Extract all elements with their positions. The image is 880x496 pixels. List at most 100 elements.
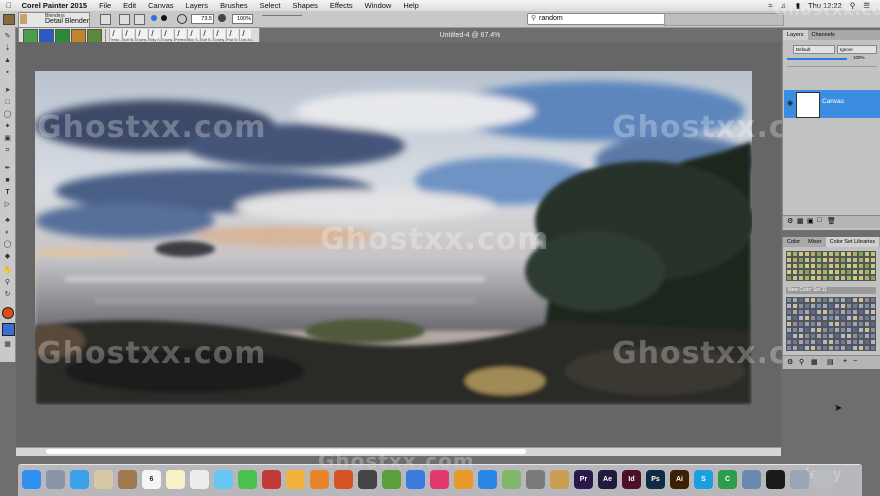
category-watercolor-icon[interactable]: [87, 29, 102, 43]
media-selector-icon[interactable]: ▦: [3, 341, 12, 349]
eraser-icon[interactable]: ▪: [3, 69, 12, 77]
menu-brushes[interactable]: Brushes: [214, 0, 254, 11]
menu-canvas[interactable]: Canvas: [142, 0, 179, 11]
brush-variant-2[interactable]: Soft Bl...: [122, 29, 136, 42]
dock-itunes-radio-icon[interactable]: [334, 470, 353, 489]
dock-calendar-icon[interactable]: 6: [142, 470, 161, 489]
category-oils-icon[interactable]: [55, 29, 70, 43]
brush-search[interactable]: ⚲ random: [527, 13, 665, 25]
dock-contacts-icon[interactable]: [118, 470, 137, 489]
opacity-field[interactable]: 100%: [232, 14, 253, 24]
dock-photoshop-icon[interactable]: Ps: [646, 470, 665, 489]
color-swatch[interactable]: [870, 345, 876, 351]
menu-select[interactable]: Select: [254, 0, 287, 11]
lasso-icon[interactable]: ◯: [3, 111, 12, 119]
menu-layers[interactable]: Layers: [180, 0, 215, 11]
brush-variant-1[interactable]: Textur...: [109, 29, 122, 42]
color-set-menu-icon[interactable]: ⚙: [787, 358, 793, 366]
menu-file[interactable]: File: [93, 0, 117, 11]
dock-numbers-icon[interactable]: [382, 470, 401, 489]
opacity-slider[interactable]: [787, 58, 847, 60]
brush-variant-9[interactable]: Grainy...: [213, 29, 227, 42]
color-swatch[interactable]: [870, 275, 876, 281]
add-color-icon[interactable]: +: [843, 358, 847, 365]
swatch-grid-blue[interactable]: [786, 297, 876, 351]
divine-proportion-icon[interactable]: ◯: [3, 241, 12, 249]
layer-commands-icon[interactable]: ⚙: [787, 217, 793, 225]
brush-variant-5[interactable]: Grainy...: [161, 29, 175, 42]
dock-premiere-icon[interactable]: Pr: [574, 470, 593, 489]
rectangle-select-icon[interactable]: □: [3, 99, 12, 107]
dock-terminal-icon[interactable]: [766, 470, 785, 489]
eye-icon[interactable]: ◉: [787, 99, 793, 107]
brush-variant-11[interactable]: Just Ad...: [239, 29, 254, 42]
dock-reminders-icon[interactable]: [190, 470, 209, 489]
tab-channels[interactable]: Channels: [808, 30, 839, 40]
brush-variant-3[interactable]: Grainy...: [135, 29, 149, 42]
menu-shapes[interactable]: Shapes: [286, 0, 323, 11]
dock-photos-icon[interactable]: [286, 470, 305, 489]
delete-layer-icon[interactable]: 🗑: [827, 217, 836, 225]
layout-icon[interactable]: ▤: [827, 358, 834, 366]
dock-downloads-icon[interactable]: [790, 470, 809, 489]
dock-app-store-icon[interactable]: [478, 470, 497, 489]
tab-mixer[interactable]: Mixer: [804, 237, 825, 247]
dock-books-icon[interactable]: [454, 470, 473, 489]
dock-indesign-icon[interactable]: Id: [622, 470, 641, 489]
app-menu[interactable]: Corel Painter 2015: [18, 0, 93, 11]
dock-after-effects-icon[interactable]: Ae: [598, 470, 617, 489]
composite-select[interactable]: Ignore: [837, 45, 877, 54]
black-dot-icon[interactable]: [161, 15, 167, 21]
dock-keynote-icon[interactable]: [406, 470, 425, 489]
mask-icon[interactable]: ▣: [807, 217, 814, 225]
brush-selector[interactable]: Blenders Detail Blender: [18, 12, 90, 28]
dropper-icon[interactable]: ⇣: [3, 45, 12, 53]
magic-wand-icon[interactable]: ✦: [3, 123, 12, 131]
brush-variant-8[interactable]: Soft B...: [200, 29, 213, 42]
brush-variant-10[interactable]: Flat Gr...: [226, 29, 240, 42]
paint-bucket-icon[interactable]: ▲: [3, 57, 12, 65]
grabber-icon[interactable]: ✋: [3, 267, 12, 275]
dock-illustrator-icon[interactable]: Ai: [670, 470, 689, 489]
category-realistic-icon[interactable]: [23, 29, 38, 43]
new-layer-icon[interactable]: □: [817, 217, 821, 224]
dock-maps-icon[interactable]: [502, 470, 521, 489]
dock-painter-brush-icon[interactable]: [550, 470, 569, 489]
dock-itunes-icon[interactable]: [430, 470, 449, 489]
tab-color-set-libraries[interactable]: Color Set Libraries: [825, 237, 880, 247]
paper-swatch[interactable]: [2, 323, 15, 336]
blend-mode-select[interactable]: Default: [793, 45, 835, 54]
stroke-method-icon[interactable]: [134, 14, 145, 25]
layer-row-canvas[interactable]: ◉ Canvas: [784, 90, 880, 118]
text-tool-icon[interactable]: T: [3, 189, 12, 197]
brush-variant-7[interactable]: Blur S...: [187, 29, 200, 42]
menu-effects[interactable]: Effects: [324, 0, 359, 11]
view-icon[interactable]: ▦: [811, 358, 818, 366]
dock-mail-icon[interactable]: [94, 470, 113, 489]
swatch-grid-green[interactable]: [786, 251, 876, 285]
dock-dvd-player-icon[interactable]: [358, 470, 377, 489]
search-color-icon[interactable]: ⚲: [799, 358, 804, 366]
dock-ibooks-icon[interactable]: [310, 470, 329, 489]
clone-icon[interactable]: ♣: [3, 217, 12, 225]
remove-color-icon[interactable]: −: [853, 358, 857, 365]
brush-variant-4[interactable]: Silky S...: [148, 29, 163, 42]
dock-launchpad-icon[interactable]: [46, 470, 65, 489]
dock-photo-booth-icon[interactable]: [262, 470, 281, 489]
reset-tool-icon[interactable]: [100, 14, 111, 25]
layer-adjuster-icon[interactable]: ➤: [3, 87, 12, 95]
dock-preview-icon[interactable]: [742, 470, 761, 489]
tab-layers[interactable]: Layers: [783, 30, 808, 40]
dock-skype-icon[interactable]: S: [694, 470, 713, 489]
dock-trash-icon[interactable]: [814, 470, 833, 489]
shape-select-icon[interactable]: ▷: [3, 201, 12, 209]
brush-tool-icon[interactable]: [3, 14, 15, 25]
category-pastels-icon[interactable]: [71, 29, 86, 43]
color-dot-icon[interactable]: [151, 15, 157, 21]
dock-facetime-icon[interactable]: [238, 470, 257, 489]
menu-window[interactable]: Window: [359, 0, 398, 11]
dock-notes-icon[interactable]: [166, 470, 185, 489]
rotate-page-icon[interactable]: ↻: [3, 291, 12, 299]
dock-messages-icon[interactable]: [214, 470, 233, 489]
dock-finder-icon[interactable]: [22, 470, 41, 489]
